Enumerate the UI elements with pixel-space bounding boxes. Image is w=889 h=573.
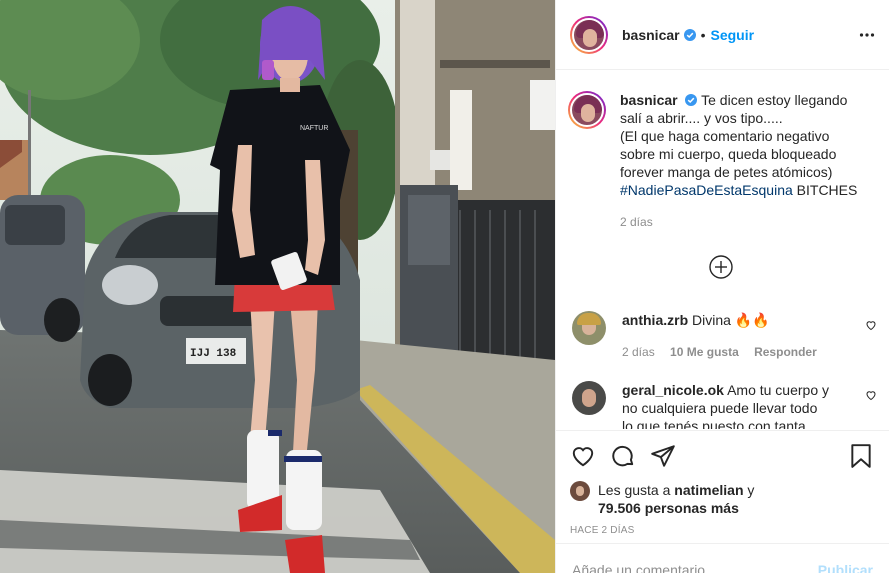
caption-hashtag[interactable]: #NadiePasaDeEstaEsquina — [620, 182, 793, 198]
caption-line: salí a abrir.... y vos tipo..... — [620, 110, 783, 126]
caption-line: (El que haga comentario negativo — [620, 128, 830, 144]
separator-dot: • — [700, 26, 706, 43]
post-side-panel: basnicar • Seguir basnicar Te dicen esto… — [555, 0, 889, 573]
post-time-ago[interactable]: HACE 2 DÍAS — [570, 525, 873, 536]
likes-prefix: Les gusta a — [598, 482, 675, 498]
comment-time[interactable]: 2 días — [622, 345, 655, 359]
comment-input[interactable]: Añade un comentario... — [572, 562, 717, 573]
like-comment-heart-icon[interactable] — [865, 319, 877, 331]
caption: basnicar Te dicen estoy llegando salí a … — [568, 91, 873, 231]
liker-username[interactable]: natimelian — [674, 482, 743, 498]
comment-likes[interactable]: 10 Me gusta — [670, 345, 739, 359]
likes-count[interactable]: 79.506 personas más — [598, 500, 739, 516]
license-plate: IJJ 138 — [190, 348, 237, 360]
caption-line: sobre mi cuerpo, queda bloqueado — [620, 146, 837, 162]
caption-line: forever manga de petes atómicos) — [620, 164, 833, 180]
commenter-avatar[interactable] — [572, 381, 606, 415]
post-actions: Les gusta a natimelian y 79.506 personas… — [556, 430, 889, 536]
likes-suffix: y — [743, 482, 755, 498]
liker-avatar[interactable] — [570, 481, 590, 501]
author-avatar[interactable] — [570, 15, 608, 54]
comment-text: Divina 🔥🔥 — [692, 312, 770, 328]
like-heart-icon[interactable] — [570, 443, 596, 469]
caption-avatar[interactable] — [568, 91, 606, 129]
caption-tail: BITCHES — [792, 182, 858, 198]
more-options-icon[interactable] — [859, 27, 875, 43]
verified-badge-icon — [683, 28, 696, 41]
street-photo-illustration: IJJ 138 NAFTUR — [0, 0, 555, 573]
commenter-username[interactable]: anthia.zrb — [622, 312, 688, 328]
post-photo[interactable]: IJJ 138 NAFTUR — [0, 0, 555, 573]
like-comment-heart-icon[interactable] — [865, 389, 877, 401]
reply-button[interactable]: Responder — [754, 345, 817, 359]
author-username[interactable]: basnicar — [622, 27, 680, 43]
comment-item: geral_nicole.ok Amo tu cuerpo y no cualq… — [572, 381, 876, 429]
follow-button[interactable]: Seguir — [711, 27, 755, 43]
add-comment-bar: Añade un comentario... Publicar — [556, 543, 889, 573]
post-header: basnicar • Seguir — [556, 0, 889, 70]
share-paper-plane-icon[interactable] — [650, 443, 676, 469]
verified-badge-icon — [685, 94, 698, 106]
comment-bubble-icon[interactable] — [610, 443, 636, 469]
comment-text: Amo tu cuerpo y — [727, 382, 829, 398]
caption-username[interactable]: basnicar — [620, 92, 678, 108]
save-bookmark-icon[interactable] — [849, 443, 873, 469]
comments-list[interactable]: basnicar Te dicen estoy llegando salí a … — [556, 71, 889, 429]
caption-time[interactable]: 2 días — [620, 213, 857, 231]
comment-item: anthia.zrb Divina 🔥🔥 2 días 10 Me gusta … — [572, 311, 876, 361]
commenter-avatar[interactable] — [572, 311, 606, 345]
comment-text: no cualquiera puede llevar todo — [622, 400, 818, 416]
svg-text:NAFTUR: NAFTUR — [300, 125, 328, 132]
likes-summary: Les gusta a natimelian y 79.506 personas… — [570, 481, 873, 517]
load-more-comments-icon[interactable] — [709, 255, 733, 279]
caption-line: Te dicen estoy llegando — [701, 92, 848, 108]
commenter-username[interactable]: geral_nicole.ok — [622, 382, 724, 398]
comment-text: lo que tenés puesto con tanta — [622, 418, 806, 429]
publish-button[interactable]: Publicar — [818, 562, 873, 573]
